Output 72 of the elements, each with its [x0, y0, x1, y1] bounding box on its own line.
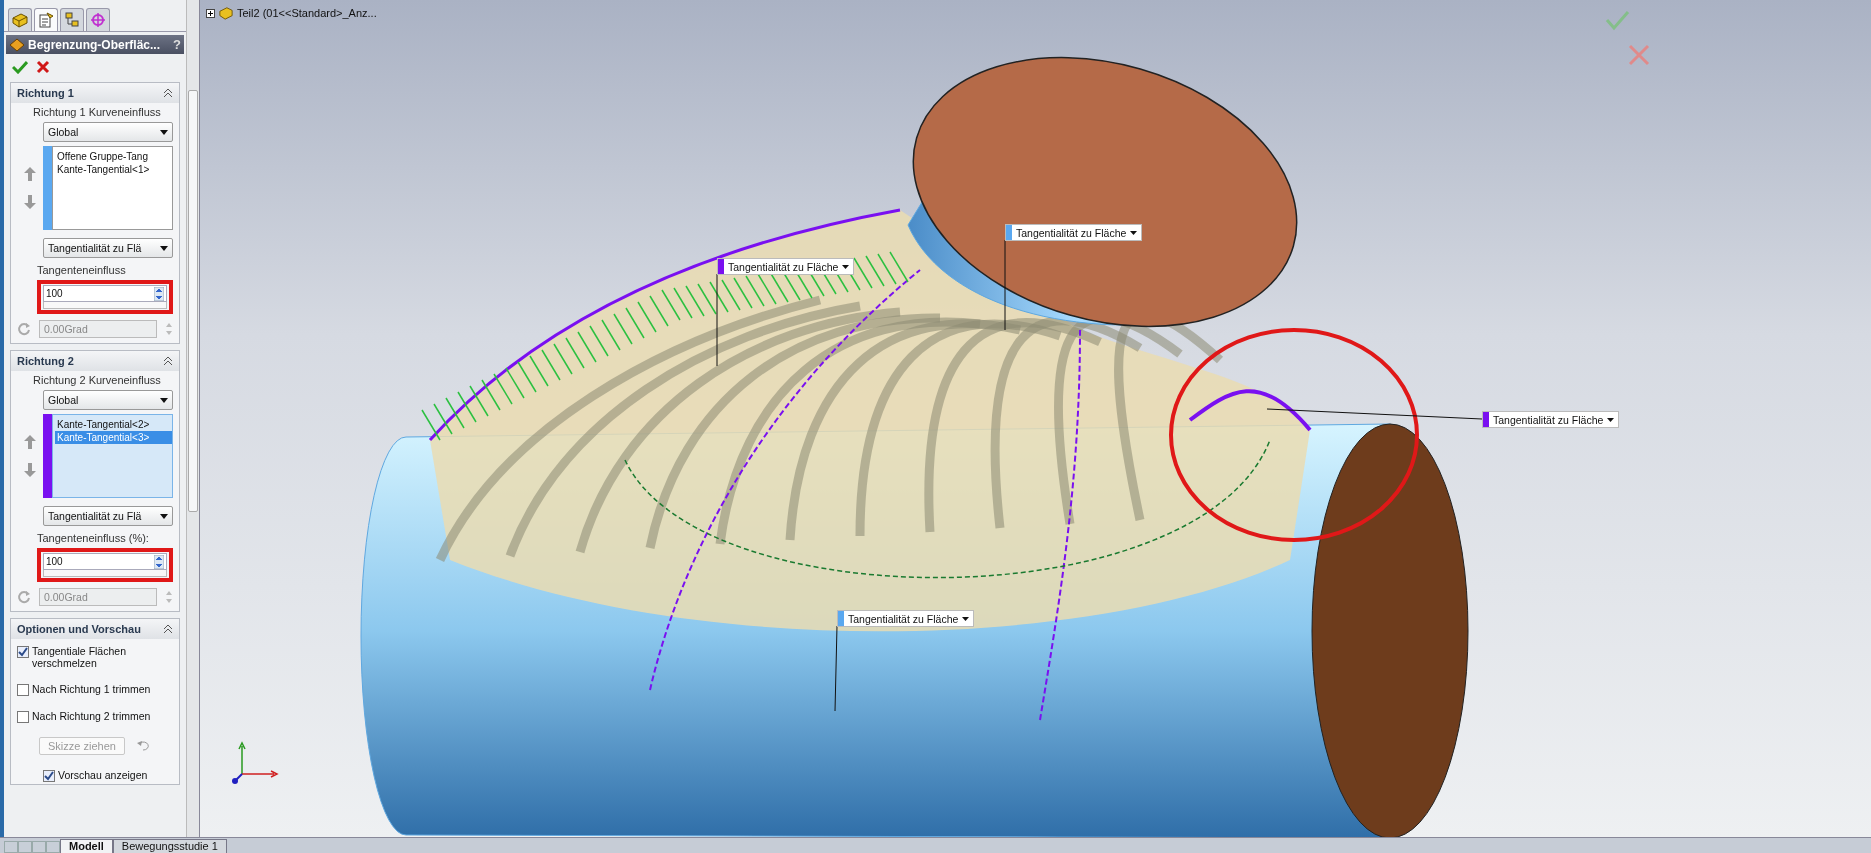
- help-button[interactable]: ?: [173, 37, 181, 52]
- up-arrow-icon[interactable]: [24, 435, 36, 449]
- checkbox-label: Tangentiale Flächen verschmelzen: [32, 645, 127, 669]
- slider-track[interactable]: [43, 302, 167, 309]
- collapse-icon[interactable]: [163, 88, 173, 98]
- tree-item[interactable]: Teil2 (01<<Standard>_Anz...: [237, 7, 377, 19]
- field-label: Tangenteneinfluss: [36, 264, 127, 276]
- dropdown[interactable]: Global: [43, 390, 173, 410]
- section-title: Richtung 1: [17, 87, 74, 99]
- part-icon: [218, 6, 234, 20]
- checkbox-label: Vorschau anzeigen: [58, 769, 148, 781]
- field-label: Tangenteneinfluss (%):: [36, 532, 150, 544]
- surface-icon: [9, 37, 25, 52]
- callout-dropdown[interactable]: Tangentialität zu Fläche: [837, 610, 975, 627]
- checkbox[interactable]: [17, 646, 29, 658]
- scrollbar[interactable]: [186, 0, 199, 837]
- checkbox-label: Nach Richtung 2 trimmen: [32, 710, 151, 722]
- panel-tab[interactable]: [34, 8, 58, 31]
- document-icon: [38, 12, 54, 28]
- caret-icon: [160, 513, 168, 519]
- close-icon[interactable]: [36, 60, 50, 74]
- spinner-icon[interactable]: [154, 286, 164, 301]
- panel-tab[interactable]: [86, 8, 110, 31]
- checkbox[interactable]: [17, 684, 29, 696]
- rotate-icon: [17, 590, 31, 604]
- bottom-tab[interactable]: Bewegungsstudie 1: [112, 839, 227, 853]
- axis-triad-icon: [230, 740, 280, 786]
- section-title: Richtung 2: [17, 355, 74, 367]
- list-item[interactable]: Offene Gruppe-Tang: [55, 150, 172, 163]
- caret-icon: [1130, 230, 1138, 235]
- checkbox[interactable]: [43, 770, 55, 782]
- down-arrow-icon[interactable]: [24, 463, 36, 477]
- list-item[interactable]: Kante-Tangential<2>: [55, 418, 172, 431]
- panel-tab[interactable]: [60, 8, 84, 31]
- panel-tab[interactable]: [8, 8, 32, 31]
- selection-list[interactable]: Kante-Tangential<2> Kante-Tangential<3>: [52, 414, 173, 498]
- caret-icon: [842, 264, 850, 269]
- slider-track[interactable]: [43, 570, 167, 577]
- spinner-icon[interactable]: [154, 554, 164, 569]
- number-field[interactable]: 100: [43, 553, 167, 570]
- callout-dropdown[interactable]: Tangentialität zu Fläche: [1482, 411, 1620, 428]
- collapse-icon[interactable]: [163, 624, 173, 634]
- tree-icon: [64, 12, 80, 28]
- caret-icon: [962, 616, 970, 621]
- selection-list[interactable]: Offene Gruppe-Tang Kante-Tangential<1>: [52, 146, 173, 230]
- down-arrow-icon[interactable]: [24, 195, 36, 209]
- caret-icon: [1607, 417, 1615, 422]
- field-label: Richtung 1 Kurveneinfluss: [32, 106, 162, 118]
- dropdown[interactable]: Tangentialität zu Flä: [43, 238, 173, 258]
- panel-title: Begrenzung-Oberfläc...: [28, 37, 162, 52]
- undo-icon[interactable]: [136, 741, 149, 751]
- caret-icon: [160, 245, 168, 251]
- up-arrow-icon[interactable]: [24, 167, 36, 181]
- number-field[interactable]: 100: [43, 285, 167, 302]
- callout-dropdown[interactable]: Tangentialität zu Fläche: [1005, 224, 1143, 241]
- part-icon: [11, 12, 29, 28]
- section-title: Optionen und Vorschau: [17, 623, 141, 635]
- ok-icon[interactable]: [12, 60, 28, 74]
- crosshair-icon: [90, 12, 106, 28]
- callout-dropdown[interactable]: Tangentialität zu Fläche: [717, 258, 855, 275]
- expand-icon[interactable]: [206, 8, 215, 18]
- dropdown[interactable]: Tangentialität zu Flä: [43, 506, 173, 526]
- bottom-tab[interactable]: Modell: [60, 839, 113, 853]
- caret-icon: [160, 129, 168, 135]
- checkbox-label: Nach Richtung 1 trimmen: [32, 683, 151, 695]
- field-label: Richtung 2 Kurveneinfluss: [32, 374, 162, 386]
- checkbox[interactable]: [17, 711, 29, 723]
- dropdown[interactable]: Global: [43, 122, 173, 142]
- rotate-icon: [17, 322, 31, 336]
- collapse-icon[interactable]: [163, 356, 173, 366]
- list-item[interactable]: Kante-Tangential<1>: [55, 163, 172, 176]
- caret-icon: [160, 397, 168, 403]
